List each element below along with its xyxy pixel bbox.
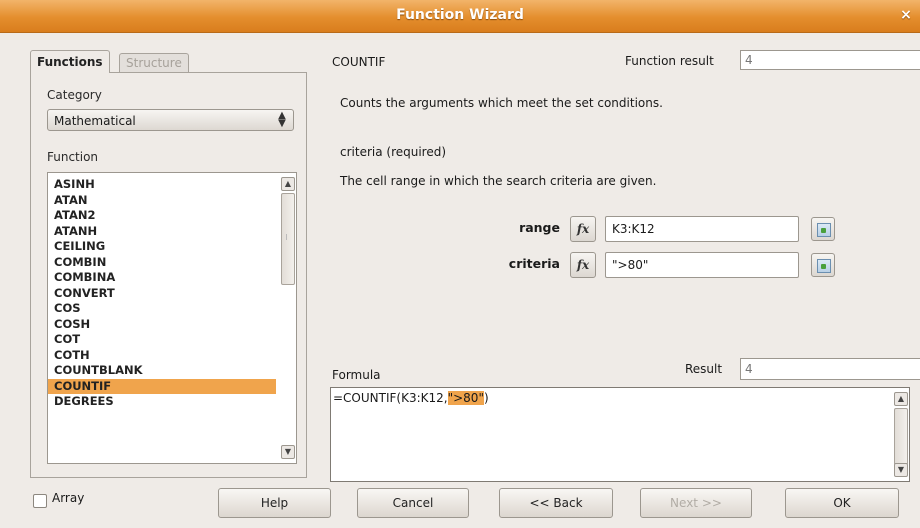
array-checkbox[interactable] bbox=[33, 494, 47, 508]
function-result-label: Function result bbox=[625, 54, 714, 68]
title-bar: Function Wizard × bbox=[0, 0, 920, 33]
function-wizard-icon: fx bbox=[576, 258, 590, 272]
window-title: Function Wizard bbox=[396, 7, 524, 23]
list-item[interactable]: COUNTBLANK bbox=[48, 363, 276, 379]
range-label: range bbox=[519, 220, 560, 235]
list-item[interactable]: ASINH bbox=[48, 177, 276, 193]
list-item[interactable]: CEILING bbox=[48, 239, 276, 255]
range-input[interactable]: K3:K12 bbox=[605, 216, 799, 242]
help-button[interactable]: Help bbox=[218, 488, 331, 518]
function-label: Function bbox=[47, 150, 99, 164]
list-item[interactable]: CONVERT bbox=[48, 286, 276, 302]
list-item[interactable]: ATANH bbox=[48, 224, 276, 240]
spin-arrows-icon: ▲ ▼ bbox=[278, 110, 286, 129]
criteria-shrink-button[interactable] bbox=[811, 253, 835, 277]
argument-name: criteria (required) bbox=[340, 145, 447, 159]
result-field: 4 bbox=[740, 358, 920, 380]
cancel-button[interactable]: Cancel bbox=[357, 488, 469, 518]
list-item[interactable]: ATAN bbox=[48, 193, 276, 209]
list-item[interactable]: ATAN2 bbox=[48, 208, 276, 224]
list-item-selected[interactable]: COUNTIF bbox=[48, 378, 276, 394]
function-list-scrollbar[interactable]: ▲ ▼ bbox=[281, 175, 295, 461]
result-label: Result bbox=[685, 362, 723, 376]
function-name: COUNTIF bbox=[332, 55, 386, 69]
list-item[interactable]: COMBINA bbox=[48, 270, 276, 286]
list-item[interactable]: COTH bbox=[48, 348, 276, 364]
category-label: Category bbox=[47, 88, 102, 102]
criteria-fx-button[interactable]: fx bbox=[570, 252, 596, 278]
range-shrink-button[interactable] bbox=[811, 217, 835, 241]
scroll-thumb[interactable] bbox=[281, 193, 295, 285]
range-fx-button[interactable]: fx bbox=[570, 216, 596, 242]
formula-label: Formula bbox=[332, 368, 381, 382]
scroll-down-icon[interactable]: ▼ bbox=[894, 463, 908, 477]
tab-structure[interactable]: Structure bbox=[119, 53, 189, 73]
list-item[interactable]: COT bbox=[48, 332, 276, 348]
function-wizard-icon: fx bbox=[576, 222, 590, 236]
category-select[interactable]: Mathematical ▲ ▼ bbox=[47, 109, 294, 131]
scroll-up-icon[interactable]: ▲ bbox=[281, 177, 295, 191]
formula-editor[interactable]: =COUNTIF(K3:K12,">80") ▲ ▼ bbox=[330, 387, 910, 482]
scroll-down-icon[interactable]: ▼ bbox=[281, 445, 295, 459]
list-item[interactable]: COS bbox=[48, 301, 276, 317]
tab-functions[interactable]: Functions bbox=[30, 50, 110, 73]
criteria-label: criteria bbox=[508, 256, 560, 271]
function-result-field: 4 bbox=[740, 50, 920, 70]
close-icon[interactable]: × bbox=[898, 7, 914, 23]
scroll-thumb[interactable] bbox=[894, 408, 908, 465]
list-item[interactable]: COMBIN bbox=[48, 255, 276, 271]
argument-description: The cell range in which the search crite… bbox=[340, 174, 657, 188]
category-value: Mathematical bbox=[54, 114, 136, 128]
criteria-input[interactable]: ">80" bbox=[605, 252, 799, 278]
list-item[interactable]: DEGREES bbox=[48, 394, 276, 410]
array-label[interactable]: Array bbox=[52, 491, 84, 505]
function-listbox[interactable]: ASINH ATAN ATAN2 ATANH CEILING COMBIN CO… bbox=[47, 172, 297, 464]
next-button: Next >> bbox=[640, 488, 752, 518]
function-description: Counts the arguments which meet the set … bbox=[340, 96, 663, 110]
formula-scrollbar[interactable]: ▲ ▼ bbox=[894, 390, 908, 479]
formula-text: =COUNTIF(K3:K12,">80") bbox=[333, 391, 489, 405]
ok-button[interactable]: OK bbox=[785, 488, 899, 518]
back-button[interactable]: << Back bbox=[499, 488, 613, 518]
scroll-up-icon[interactable]: ▲ bbox=[894, 392, 908, 406]
formula-highlight: ">80" bbox=[447, 391, 484, 405]
list-item[interactable]: COSH bbox=[48, 317, 276, 333]
